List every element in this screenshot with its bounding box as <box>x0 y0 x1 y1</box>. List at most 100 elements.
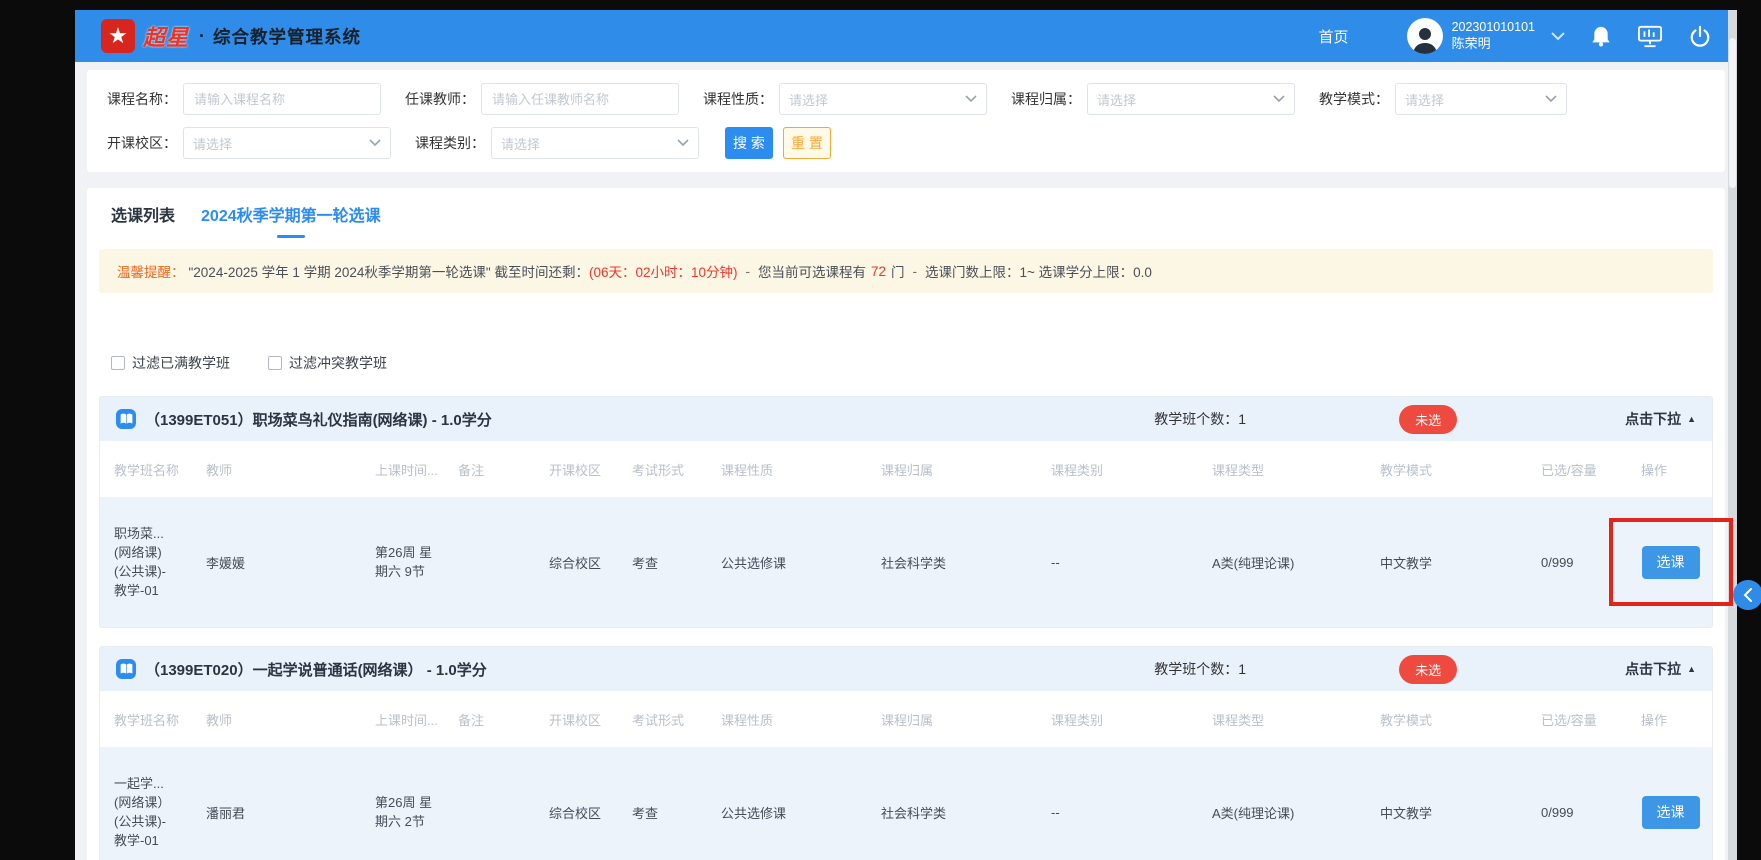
col-header: 课程归属 <box>881 460 1051 479</box>
collapse-label: 点击下拉 <box>1625 409 1681 429</box>
course-title: （1399ET051）职场菜鸟礼仪指南(网络课) - 1.0学分 <box>145 409 1154 430</box>
col-header: 开课校区 <box>549 460 632 479</box>
search-filter-panel: 课程名称： 任课教师： 课程性质： 请选择 课程归属： 请选择 <box>87 70 1725 172</box>
select-placeholder: 请选择 <box>789 90 828 109</box>
col-header: 课程性质 <box>721 710 881 729</box>
cell-capacity: 0/999 <box>1541 555 1641 570</box>
cell-action: 选课 <box>1641 497 1700 627</box>
notice-text-4: 选课门数上限：1~ 选课学分上限：0.0 <box>925 261 1152 281</box>
chevron-down-icon <box>677 139 689 147</box>
course-name-label: 课程名称： <box>107 89 177 109</box>
course-belong-label: 课程归属： <box>1011 89 1081 109</box>
collapse-toggle[interactable]: 点击下拉 ▲ <box>1625 409 1696 429</box>
triangle-up-icon: ▲ <box>1687 414 1696 424</box>
table-row: 职场菜... (网络课) (公共课)- 教学-01 李媛媛 第26周 星期六 9… <box>100 497 1712 627</box>
brand-separator: · <box>199 26 205 47</box>
course-name-input[interactable] <box>183 83 381 115</box>
checkbox-icon[interactable] <box>111 356 125 370</box>
user-info[interactable]: 202301010101 陈荣明 <box>1452 19 1535 52</box>
course-header[interactable]: （1399ET020）一起学说普通话(网络课） - 1.0学分 教学班个数：1 … <box>100 647 1712 691</box>
col-header: 考试形式 <box>632 710 721 729</box>
cell-capacity: 0/999 <box>1541 805 1641 820</box>
notice-separator: - <box>913 264 918 279</box>
filter-course-belong: 课程归属： 请选择 <box>1011 83 1295 115</box>
filter-teacher: 任课教师： <box>405 83 679 115</box>
cell-exam: 考查 <box>632 803 721 822</box>
teacher-input[interactable] <box>481 83 679 115</box>
cell-mode: 中文教学 <box>1380 553 1541 572</box>
checkbox-icon[interactable] <box>268 356 282 370</box>
cell-class-name: 职场菜... (网络课) (公共课)- 教学-01 <box>114 524 206 600</box>
table-header-row: 教学班名称 教师 上课时间... 备注 开课校区 考试形式 课程性质 课程归属 … <box>100 691 1712 747</box>
chevron-down-icon <box>1273 95 1285 103</box>
reset-button[interactable]: 重 置 <box>783 127 831 159</box>
cell-teacher: 李媛媛 <box>206 553 375 572</box>
col-header: 教学班名称 <box>114 460 206 479</box>
tab-label: 2024秋季学期第一轮选课 <box>201 202 381 226</box>
app-window: ★ 超星 · 综合教学管理系统 首页 202301010101 陈荣明 <box>75 10 1737 860</box>
power-icon[interactable] <box>1689 25 1711 48</box>
col-header: 考试形式 <box>632 460 721 479</box>
top-bar: ★ 超星 · 综合教学管理系统 首页 202301010101 陈荣明 <box>75 10 1737 62</box>
filter-campus: 开课校区： 请选择 <box>107 127 391 159</box>
filter-course-category: 课程类别： 请选择 <box>415 127 699 159</box>
cell-type: A类(纯理论课) <box>1212 553 1380 572</box>
col-header: 课程类别 <box>1051 710 1212 729</box>
col-header: 课程类型 <box>1212 710 1380 729</box>
campus-select[interactable]: 请选择 <box>183 127 391 159</box>
col-header: 教学班名称 <box>114 710 206 729</box>
col-header: 教师 <box>206 460 375 479</box>
cell-mode: 中文教学 <box>1380 803 1541 822</box>
cell-nature: 公共选修课 <box>721 553 881 572</box>
scrollbar-thumb[interactable] <box>1729 38 1736 188</box>
col-header: 操作 <box>1641 710 1700 729</box>
col-header: 课程归属 <box>881 710 1051 729</box>
filter-course-name: 课程名称： <box>107 83 381 115</box>
status-badge-not-selected: 未选 <box>1399 655 1457 684</box>
cell-type: A类(纯理论课) <box>1212 803 1380 822</box>
search-button[interactable]: 搜 索 <box>725 127 773 159</box>
course-nature-label: 课程性质： <box>703 89 773 109</box>
col-header: 已选/容量 <box>1541 460 1641 479</box>
user-menu-chevron-down-icon[interactable] <box>1551 32 1565 41</box>
panel-collapse-icon[interactable] <box>1733 580 1761 610</box>
collapse-label: 点击下拉 <box>1625 659 1681 679</box>
col-header: 备注 <box>458 710 549 729</box>
tab-2024-autumn-round1[interactable]: 2024秋季学期第一轮选课 <box>201 202 381 238</box>
cell-class-name: 一起学... (网络课） (公共课)- 教学-01 <box>114 774 206 850</box>
book-icon <box>116 409 136 429</box>
notice-bar: 温馨提醒： "2024-2025 学年 1 学期 2024秋季学期第一轮选课" … <box>99 249 1713 293</box>
course-category-select[interactable]: 请选择 <box>491 127 699 159</box>
filter-course-nature: 课程性质： 请选择 <box>703 83 987 115</box>
filter-conflict-classes-checkbox[interactable]: 过滤冲突教学班 <box>268 353 387 373</box>
chevron-down-icon <box>369 139 381 147</box>
course-title: （1399ET020）一起学说普通话(网络课） - 1.0学分 <box>145 659 1154 680</box>
tabs-bar: 选课列表 2024秋季学期第一轮选课 <box>87 202 1725 238</box>
course-header[interactable]: （1399ET051）职场菜鸟礼仪指南(网络课) - 1.0学分 教学班个数：1… <box>100 397 1712 441</box>
col-header: 已选/容量 <box>1541 710 1641 729</box>
monitor-icon[interactable] <box>1637 24 1663 48</box>
notice-text-2: 您当前可选课程有 <box>758 261 866 281</box>
class-count: 教学班个数：1 <box>1154 409 1246 429</box>
nav-home[interactable]: 首页 <box>1319 26 1349 47</box>
col-header: 课程类别 <box>1051 460 1212 479</box>
col-header: 课程性质 <box>721 460 881 479</box>
bell-icon[interactable] <box>1591 25 1611 47</box>
course-list-title: 选课列表 <box>111 202 175 226</box>
select-course-button[interactable]: 选课 <box>1642 796 1700 829</box>
notice-countdown: (06天：02小时：10分钟) <box>589 261 738 281</box>
select-course-button[interactable]: 选课 <box>1642 546 1700 579</box>
col-header: 上课时间... <box>375 710 458 729</box>
course-nature-select[interactable]: 请选择 <box>779 83 987 115</box>
notice-course-count: 72 <box>871 264 886 279</box>
filter-full-classes-checkbox[interactable]: 过滤已满教学班 <box>111 353 230 373</box>
vertical-scrollbar[interactable] <box>1728 10 1737 860</box>
teaching-mode-select[interactable]: 请选择 <box>1395 83 1567 115</box>
collapse-toggle[interactable]: 点击下拉 ▲ <box>1625 659 1696 679</box>
filter-teaching-mode: 教学模式： 请选择 <box>1319 83 1567 115</box>
avatar[interactable] <box>1407 18 1443 54</box>
status-badge-not-selected: 未选 <box>1399 405 1457 434</box>
course-belong-select[interactable]: 请选择 <box>1087 83 1295 115</box>
cell-time: 第26周 星期六 2节 <box>375 793 458 831</box>
col-header: 备注 <box>458 460 549 479</box>
